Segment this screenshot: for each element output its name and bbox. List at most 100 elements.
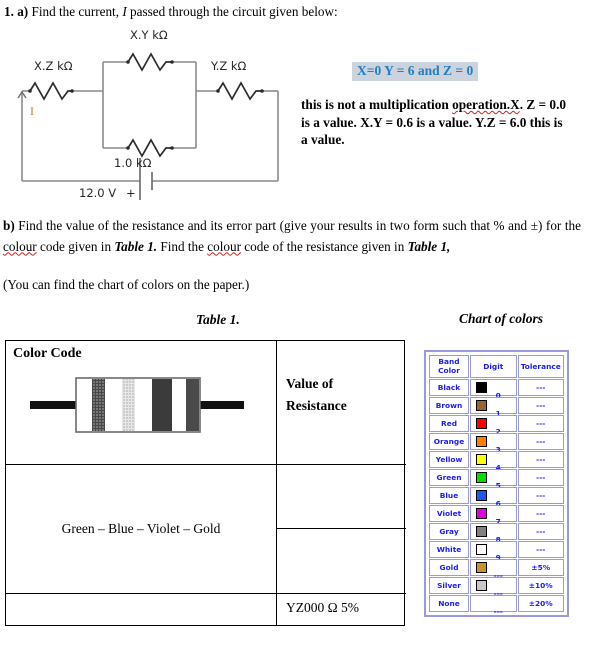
- band-color-name: Red: [429, 415, 469, 432]
- resistor-left-label: X.Z kΩ: [34, 59, 73, 73]
- band-color-name: Gold: [429, 559, 469, 576]
- color-chart-row: Violet 7 ---: [429, 505, 564, 526]
- variable-values-note: X=0 Y = 6 and Z = 0: [352, 62, 479, 81]
- color-chart-row: Gray 8 ---: [429, 523, 564, 544]
- color-chart-row: Silver --- ±10%: [429, 577, 564, 598]
- band-digit-cell: ---: [470, 577, 517, 598]
- band-color-name: White: [429, 541, 469, 558]
- band-color-name: Black: [429, 379, 469, 396]
- band-digit-cell: 2: [470, 415, 517, 436]
- resistance-value-cell: YZ000 Ω 5%: [286, 600, 360, 615]
- color-chart-body: Black 0 --- Brown 1 --- Red 2 --- Orange 3 --- Yello…: [429, 379, 564, 616]
- band-tolerance-value: ---: [517, 397, 564, 414]
- resistor-bottom-symbol: [127, 138, 172, 158]
- resistor-right-symbol: [217, 81, 262, 101]
- band-tolerance-value: ---: [517, 415, 564, 432]
- band-digit-cell: 4: [470, 451, 517, 472]
- question-1a-text-rest: passed through the circuit given below:: [126, 4, 338, 19]
- band-color-name: None: [429, 595, 469, 612]
- band-header-line-2: Color: [438, 365, 460, 375]
- color-chart-row: Green 5 ---: [429, 469, 564, 490]
- question-1b-paragraph: b) Find the value of the resistance and …: [3, 216, 581, 257]
- table-row: [277, 529, 406, 594]
- band-tolerance-value: ---: [517, 379, 564, 396]
- band-tolerance-value: ±20%: [517, 595, 564, 612]
- band-color-name: Brown: [429, 397, 469, 414]
- table-reference-1: Table 1.: [114, 238, 158, 254]
- band-color-header: Band Color: [429, 355, 469, 378]
- color-code-header: Color Code: [13, 346, 82, 361]
- color-chart-row: White 9 ---: [429, 541, 564, 562]
- value-of-resistance-header: Value of Resistance: [286, 373, 347, 417]
- band-color-name: Violet: [429, 505, 469, 522]
- voltage-polarity-label: +: [126, 186, 136, 200]
- band-digit-cell: 3: [470, 433, 517, 454]
- table-1-right-column: Value of Resistance YZ000 Ω 5%: [277, 341, 406, 625]
- question-number: 1. a): [4, 4, 29, 19]
- band-digit-cell: ---: [470, 595, 517, 616]
- band-digit-cell: 1: [470, 397, 517, 418]
- band-color-name: Orange: [429, 433, 469, 450]
- junction-dots: [28, 60, 264, 150]
- question-1a-text: Find the current,: [28, 4, 123, 19]
- table-row: Value of Resistance: [277, 341, 406, 465]
- value-of-line-1: Value of: [286, 376, 334, 391]
- question-1b-text-3: Find the: [157, 238, 208, 254]
- table-1: Color Code Green – Blue – Violet – Gold …: [5, 340, 406, 626]
- value-of-line-2: Resistance: [286, 398, 347, 413]
- voltage-source-label: 12.0 V: [79, 186, 117, 200]
- band-tolerance-value: ---: [517, 451, 564, 468]
- chart-of-colors-caption: Chart of colors: [459, 311, 544, 326]
- color-chart-table: Band Color Digit Tolerance Black 0 --- Brow…: [428, 354, 565, 616]
- color-chart-row: Gold --- ±5%: [429, 559, 564, 580]
- note-misspelled-word: operation.X: [452, 97, 520, 112]
- table-row: Color Code: [6, 341, 276, 465]
- band-digit-cell: 0: [470, 379, 517, 400]
- color-chart-row: Orange 3 ---: [429, 433, 564, 454]
- band-digit-cell: 7: [470, 505, 517, 526]
- colour-word-2: colour: [207, 238, 241, 254]
- color-chart-row: Brown 1 ---: [429, 397, 564, 418]
- digit-header: Digit: [470, 355, 517, 378]
- band-digit-cell: ---: [470, 559, 517, 580]
- clarification-note: this is not a multiplication operation.X…: [301, 96, 569, 149]
- band-color-name: Silver: [429, 577, 469, 594]
- band-tolerance-value: ---: [517, 433, 564, 450]
- question-1b-text-4: code of the resistance given in: [240, 238, 408, 254]
- color-chart-row: Blue 6 ---: [429, 487, 564, 508]
- band-tolerance-value: ---: [517, 469, 564, 486]
- question-1b-footnote: (You can find the chart of colors on the…: [3, 277, 250, 292]
- note-line-1a: this is not a multiplication: [301, 97, 453, 112]
- resistor-left-symbol: [29, 81, 72, 101]
- color-chart-row: Yellow 4 ---: [429, 451, 564, 472]
- resistor-color-chart: Band Color Digit Tolerance Black 0 --- Brow…: [424, 350, 569, 617]
- band-tolerance-value: ---: [517, 523, 564, 540]
- question-1b-text-1: Find the value of the resistance and its…: [14, 218, 581, 233]
- band-color-name: Yellow: [429, 451, 469, 468]
- current-label: I: [30, 104, 34, 118]
- band-tolerance-value: ±10%: [517, 577, 564, 594]
- question-1b-label: b): [3, 218, 15, 233]
- table-row: [277, 465, 406, 529]
- circuit-diagram: X.Y kΩ X.Z kΩ Y.Z kΩ 1.0 kΩ 12.0 V + I: [0, 28, 300, 200]
- band-color-name: Gray: [429, 523, 469, 540]
- band-tolerance-value: ---: [517, 505, 564, 522]
- color-code-answer: Green – Blue – Violet – Gold: [61, 521, 221, 536]
- band-digit-cell: 5: [470, 469, 517, 490]
- band-digit-cell: 6: [470, 487, 517, 508]
- resistor-top-label: X.Y kΩ: [130, 28, 168, 42]
- color-chart-row: Black 0 ---: [429, 379, 564, 400]
- band-tolerance-value: ---: [517, 541, 564, 558]
- table-1-left-column: Color Code Green – Blue – Violet – Gold: [6, 341, 277, 625]
- table-row: [6, 594, 276, 627]
- table-row: Green – Blue – Violet – Gold: [6, 465, 276, 594]
- table-1-caption: Table 1.: [196, 312, 240, 327]
- color-chart-row: None --- ±20%: [429, 595, 564, 616]
- circuit-svg: [17, 52, 279, 200]
- question-1a-heading: 1. a) Find the current, I passed through…: [4, 2, 564, 21]
- band-color-name: Blue: [429, 487, 469, 504]
- colour-word-1: colour: [3, 238, 37, 254]
- band-digit-cell: 9: [470, 541, 517, 562]
- band-digit-value: ---: [493, 606, 503, 616]
- resistor-right-label: Y.Z kΩ: [211, 59, 247, 73]
